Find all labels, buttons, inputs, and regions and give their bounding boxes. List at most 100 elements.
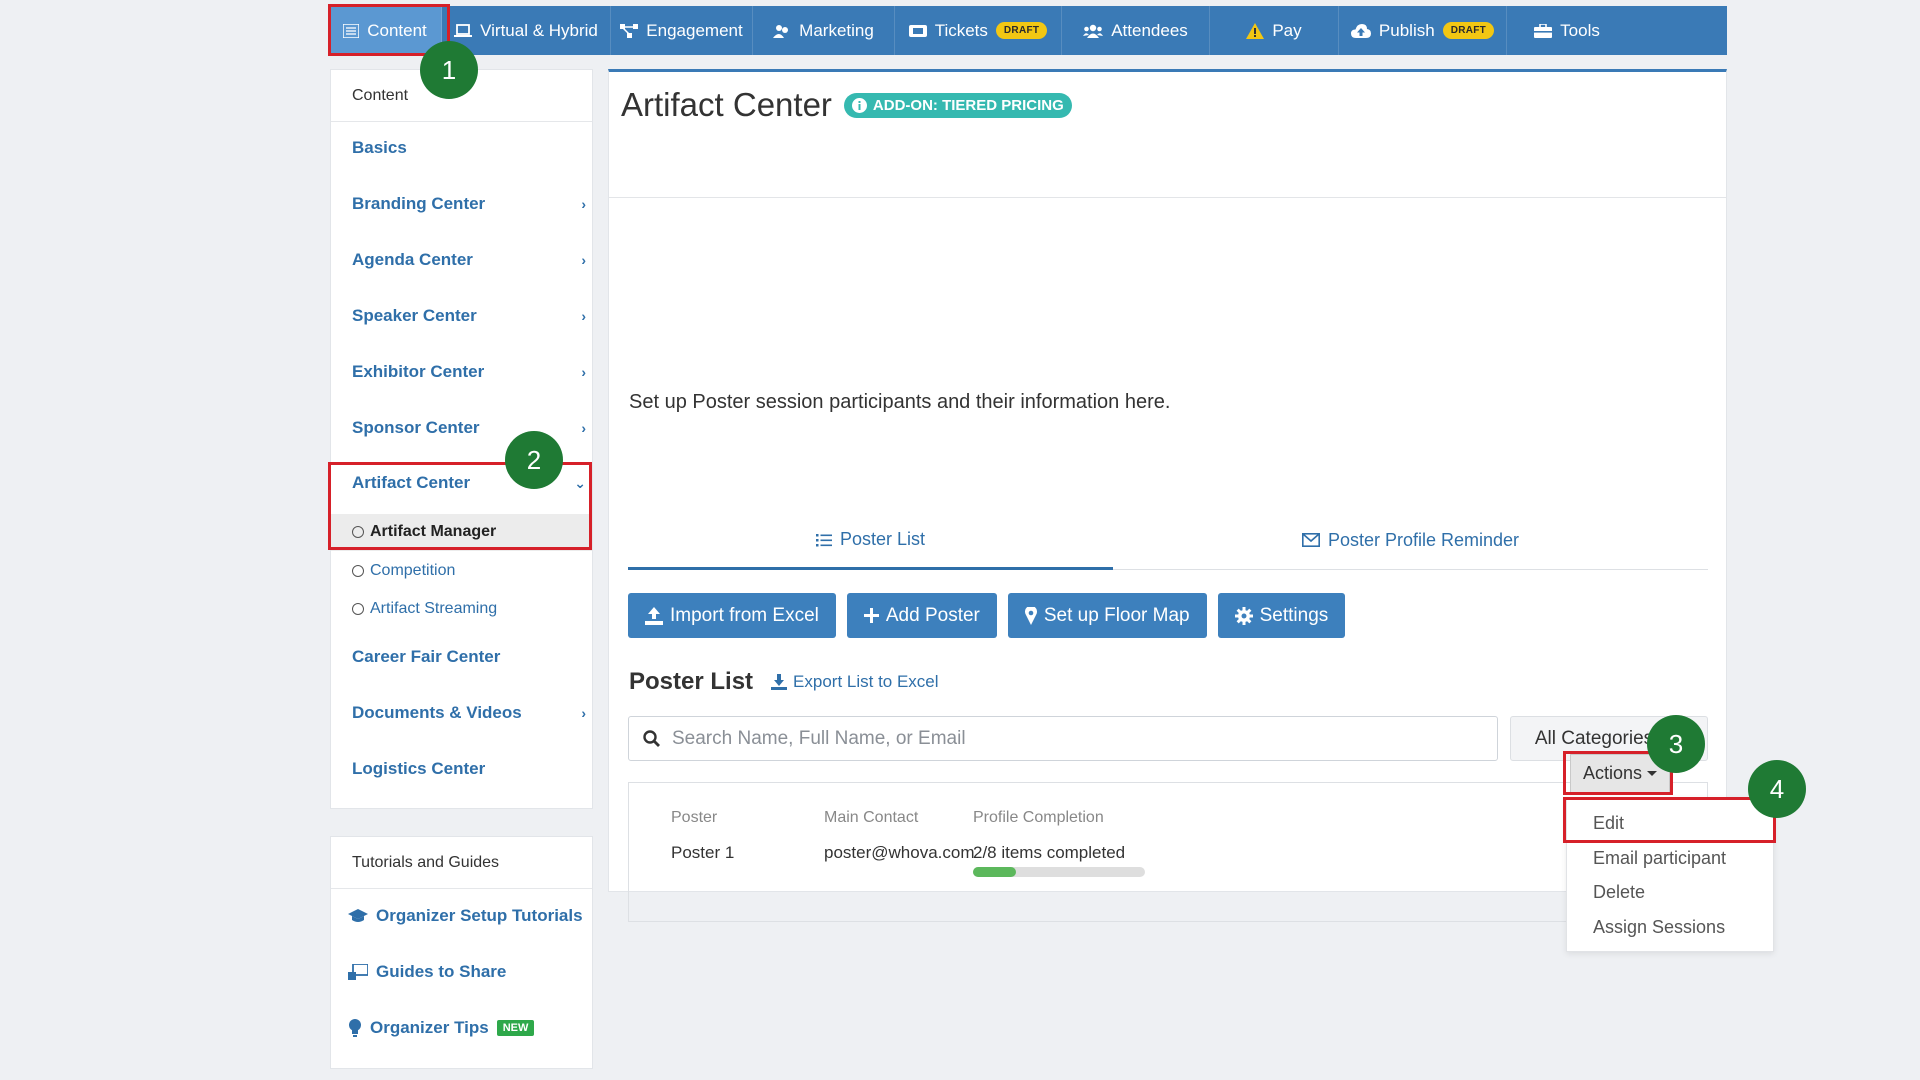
chevron-right-icon: › (581, 705, 586, 721)
chevron-down-icon: ⌄ (574, 474, 586, 491)
sidebar-item-label: Documents & Videos (352, 703, 522, 722)
title-row: Artifact Center ADD-ON: TIERED PRICING (621, 86, 1072, 124)
tab-poster-list[interactable]: Poster List (628, 512, 1113, 570)
graduation-cap-icon (348, 909, 368, 922)
chevron-right-icon: › (581, 420, 586, 436)
tutorial-link-setup[interactable]: Organizer Setup Tutorials (348, 903, 583, 929)
button-label: Add Poster (885, 604, 980, 626)
divider (609, 197, 1726, 198)
actions-label: Actions (1582, 763, 1643, 783)
nav-engagement[interactable]: Engagement (611, 6, 753, 55)
button-label: Settings (1259, 604, 1329, 626)
tutorial-label: Guides to Share (376, 962, 507, 981)
nav-content[interactable]: Content (329, 6, 442, 55)
nav-tickets[interactable]: Tickets DRAFT (895, 6, 1062, 55)
chevron-right-icon: › (581, 364, 586, 380)
draft-badge: DRAFT (1442, 22, 1495, 39)
floor-map-button[interactable]: Set up Floor Map (1007, 593, 1207, 638)
sidebar-subitem-artifact-streaming[interactable]: Artifact Streaming (352, 597, 497, 621)
list-title-row: Poster List Export List to Excel (629, 668, 939, 696)
nav-label: Engagement (646, 20, 743, 40)
ticket-icon (908, 24, 927, 37)
sidebar-item-logistics-center[interactable]: Logistics Center (352, 756, 586, 782)
sidebar-item-basics[interactable]: Basics (352, 135, 586, 161)
tab-label: Poster List (839, 529, 926, 549)
page-title: Artifact Center (621, 86, 832, 123)
export-label: Export List to Excel (793, 672, 939, 691)
nav-label: Publish (1378, 20, 1435, 40)
addon-badge[interactable]: ADD-ON: TIERED PRICING (843, 92, 1072, 118)
nav-label: Virtual & Hybrid (480, 20, 598, 40)
subitem-label: Artifact Manager (370, 523, 497, 540)
toolbox-icon (1534, 23, 1553, 38)
lightbulb-icon (349, 1019, 361, 1037)
search-input[interactable] (672, 727, 1472, 750)
sidebar-item-speaker-center[interactable]: Speaker Center › (352, 303, 586, 329)
tutorials-panel: Tutorials and Guides Organizer Setup Tut… (330, 836, 593, 1069)
chevron-right-icon: › (581, 196, 586, 212)
top-navigation: Content Virtual & Hybrid Engagement Mark… (329, 6, 1727, 55)
button-label: Set up Floor Map (1043, 604, 1190, 626)
tab-bar: Poster List Poster Profile Reminder (628, 512, 1708, 570)
page-description: Set up Poster session participants and t… (629, 391, 1171, 413)
dropdown-item-email-participant[interactable]: Email participant (1593, 848, 1726, 869)
dropdown-item-delete[interactable]: Delete (1593, 882, 1645, 903)
nav-attendees[interactable]: Attendees (1062, 6, 1210, 55)
sidebar-item-exhibitor-center[interactable]: Exhibitor Center › (352, 359, 586, 385)
step-marker-1: 1 (420, 41, 478, 99)
nav-marketing[interactable]: Marketing (753, 6, 895, 55)
category-select-value: All Categories (1534, 727, 1654, 749)
sidebar-item-label: Branding Center (352, 194, 486, 213)
sidebar-item-label: Sponsor Center (352, 418, 480, 437)
sidebar-item-career-fair-center[interactable]: Career Fair Center (352, 644, 586, 670)
envelope-icon (1301, 533, 1320, 547)
step-marker-3: 3 (1647, 715, 1705, 773)
poster-name[interactable]: Poster 1 (671, 843, 734, 863)
export-excel-link[interactable]: Export List to Excel (771, 672, 939, 692)
tab-label: Poster Profile Reminder (1327, 529, 1520, 550)
gear-icon (1234, 606, 1253, 625)
sidebar-item-agenda-center[interactable]: Agenda Center › (352, 247, 586, 273)
poster-table: Poster Main Contact Profile Completion P… (628, 782, 1708, 922)
nav-pay[interactable]: Pay (1210, 6, 1339, 55)
tab-poster-profile-reminder[interactable]: Poster Profile Reminder (1113, 512, 1708, 568)
upload-icon (645, 606, 663, 625)
nav-label: Attendees (1111, 20, 1188, 40)
dropdown-item-assign-sessions[interactable]: Assign Sessions (1593, 917, 1725, 938)
sidebar-subitem-artifact-manager[interactable]: Artifact Manager (352, 520, 496, 544)
download-icon (771, 674, 788, 690)
circle-icon (352, 603, 364, 615)
sidebar-item-label: Exhibitor Center (352, 362, 485, 381)
settings-button[interactable]: Settings (1217, 593, 1346, 638)
search-icon (643, 730, 660, 747)
sidebar-item-documents-videos[interactable]: Documents & Videos › (352, 700, 586, 726)
tutorial-link-tips[interactable]: Organizer Tips NEW (348, 1015, 535, 1041)
nav-tools[interactable]: Tools (1507, 6, 1627, 55)
nav-label: Tools (1560, 20, 1600, 40)
subitem-label: Artifact Streaming (370, 600, 498, 617)
sidebar-item-branding-center[interactable]: Branding Center › (352, 191, 586, 217)
sidebar-item-label: Speaker Center (352, 306, 477, 325)
info-icon (851, 97, 867, 113)
plus-icon (863, 608, 879, 623)
users-icon (1083, 24, 1104, 38)
addon-badge-label: ADD-ON: TIERED PRICING (872, 96, 1064, 114)
import-excel-button[interactable]: Import from Excel (628, 593, 836, 638)
tutorial-label: Organizer Setup Tutorials (376, 906, 583, 925)
sidebar-item-label: Agenda Center (352, 250, 473, 269)
nav-publish[interactable]: Publish DRAFT (1339, 6, 1507, 55)
tutorial-link-guides[interactable]: Guides to Share (348, 959, 506, 985)
column-header-main-contact: Main Contact (824, 809, 919, 826)
laptop-icon (454, 23, 473, 37)
sidebar-subitem-competition[interactable]: Competition (352, 559, 455, 583)
chevron-right-icon: › (581, 308, 586, 324)
nav-label: Marketing (799, 20, 874, 40)
list-icon (343, 23, 360, 38)
add-poster-button[interactable]: Add Poster (846, 593, 997, 638)
button-label: Import from Excel (670, 604, 819, 626)
dropdown-item-edit[interactable]: Edit (1593, 813, 1624, 834)
column-header-profile-completion: Profile Completion (973, 809, 1104, 826)
warning-icon (1246, 22, 1265, 39)
draft-badge: DRAFT (995, 22, 1048, 39)
profile-progress-bar (973, 867, 1145, 877)
